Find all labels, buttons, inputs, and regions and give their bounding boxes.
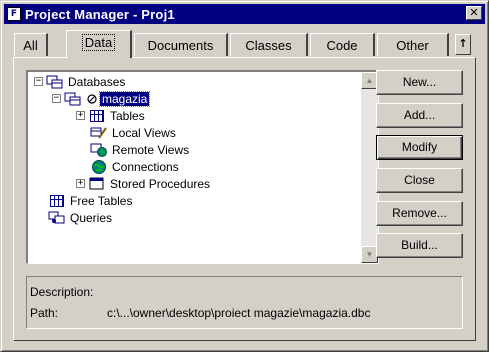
description-label: Description: — [30, 285, 94, 299]
tree-item-label: Connections — [112, 159, 179, 174]
collapse-icon[interactable]: − — [52, 94, 61, 103]
tree-item-remote-views[interactable]: Remote Views — [90, 141, 189, 158]
title-bar[interactable]: F Project Manager - Proj1 ✕ — [4, 4, 485, 24]
closed-status-icon — [86, 91, 97, 107]
tab-data-label: Data — [81, 34, 116, 51]
tree-item-local-views[interactable]: Local Views — [90, 124, 176, 141]
path-value: c:\...\owner\desktop\proiect magazie\mag… — [107, 306, 371, 320]
tab-all-label: All — [23, 37, 38, 53]
tables-icon — [88, 108, 106, 124]
tab-other[interactable]: Other — [377, 33, 449, 56]
database-icon — [64, 91, 82, 107]
tree-item-free-tables[interactable]: Free Tables — [48, 192, 132, 209]
tree-item-connections[interactable]: Connections — [90, 158, 179, 175]
tree-item-label: magazia — [98, 90, 151, 107]
tree-item-stored-procedures[interactable]: + Stored Procedures — [76, 175, 210, 192]
tab-strip: All Data Documents Classes Code Other ↑ — [1, 28, 489, 58]
free-tables-icon — [48, 193, 66, 209]
project-tree[interactable]: − Databases − magazia + Tables Local Vie… — [26, 70, 379, 264]
tab-data[interactable]: Data — [66, 30, 132, 58]
tree-item-tables[interactable]: + Tables — [76, 107, 145, 124]
tree-item-queries[interactable]: Queries — [48, 209, 112, 226]
expand-icon[interactable]: + — [76, 179, 85, 188]
tab-code[interactable]: Code — [310, 33, 375, 56]
tree-item-label: Free Tables — [70, 193, 133, 208]
tab-classes-label: Classes — [245, 37, 292, 53]
local-views-icon — [90, 125, 108, 141]
connections-icon — [90, 159, 108, 175]
tab-classes[interactable]: Classes — [230, 33, 308, 56]
stored-procedures-icon — [88, 176, 106, 192]
tab-all[interactable]: All — [14, 33, 48, 56]
expand-icon[interactable]: + — [76, 111, 85, 120]
project-manager-window: F Project Manager - Proj1 ✕ All Data Doc… — [0, 0, 489, 352]
tab-other-label: Other — [396, 37, 429, 53]
tree-item-label: Databases — [68, 74, 126, 89]
close-item-button[interactable]: Close — [376, 168, 463, 193]
tree-item-label: Stored Procedures — [110, 176, 211, 191]
close-button[interactable]: ✕ — [466, 6, 482, 20]
tab-scroll-button[interactable]: ↑ — [455, 34, 471, 55]
tab-documents[interactable]: Documents — [134, 33, 228, 56]
new-button[interactable]: New... — [376, 70, 463, 95]
window-title: Project Manager - Proj1 — [25, 6, 175, 22]
collapse-icon[interactable]: − — [34, 77, 43, 86]
tree-item-databases[interactable]: − Databases — [34, 73, 125, 90]
databases-icon — [46, 74, 64, 90]
build-button[interactable]: Build... — [376, 233, 463, 258]
add-button[interactable]: Add... — [376, 103, 463, 128]
description-box: Description: Path: c:\...\owner\desktop\… — [26, 276, 463, 329]
remove-button[interactable]: Remove... — [376, 201, 463, 226]
data-tab-panel: − Databases − magazia + Tables Local Vie… — [13, 57, 476, 341]
tab-documents-label: Documents — [147, 37, 214, 53]
tree-item-label: Remote Views — [112, 142, 190, 157]
tree-item-label: Tables — [110, 108, 145, 123]
modify-button[interactable]: Modify — [376, 135, 463, 160]
queries-icon — [48, 210, 66, 226]
tree-item-label: Queries — [70, 210, 113, 225]
remote-views-icon — [90, 142, 108, 158]
tab-code-label: Code — [326, 37, 358, 53]
foxpro-project-icon: F — [7, 7, 21, 21]
path-label: Path: — [30, 306, 59, 320]
tree-item-magazia[interactable]: − magazia — [52, 90, 151, 107]
tree-item-label: Local Views — [112, 125, 176, 140]
